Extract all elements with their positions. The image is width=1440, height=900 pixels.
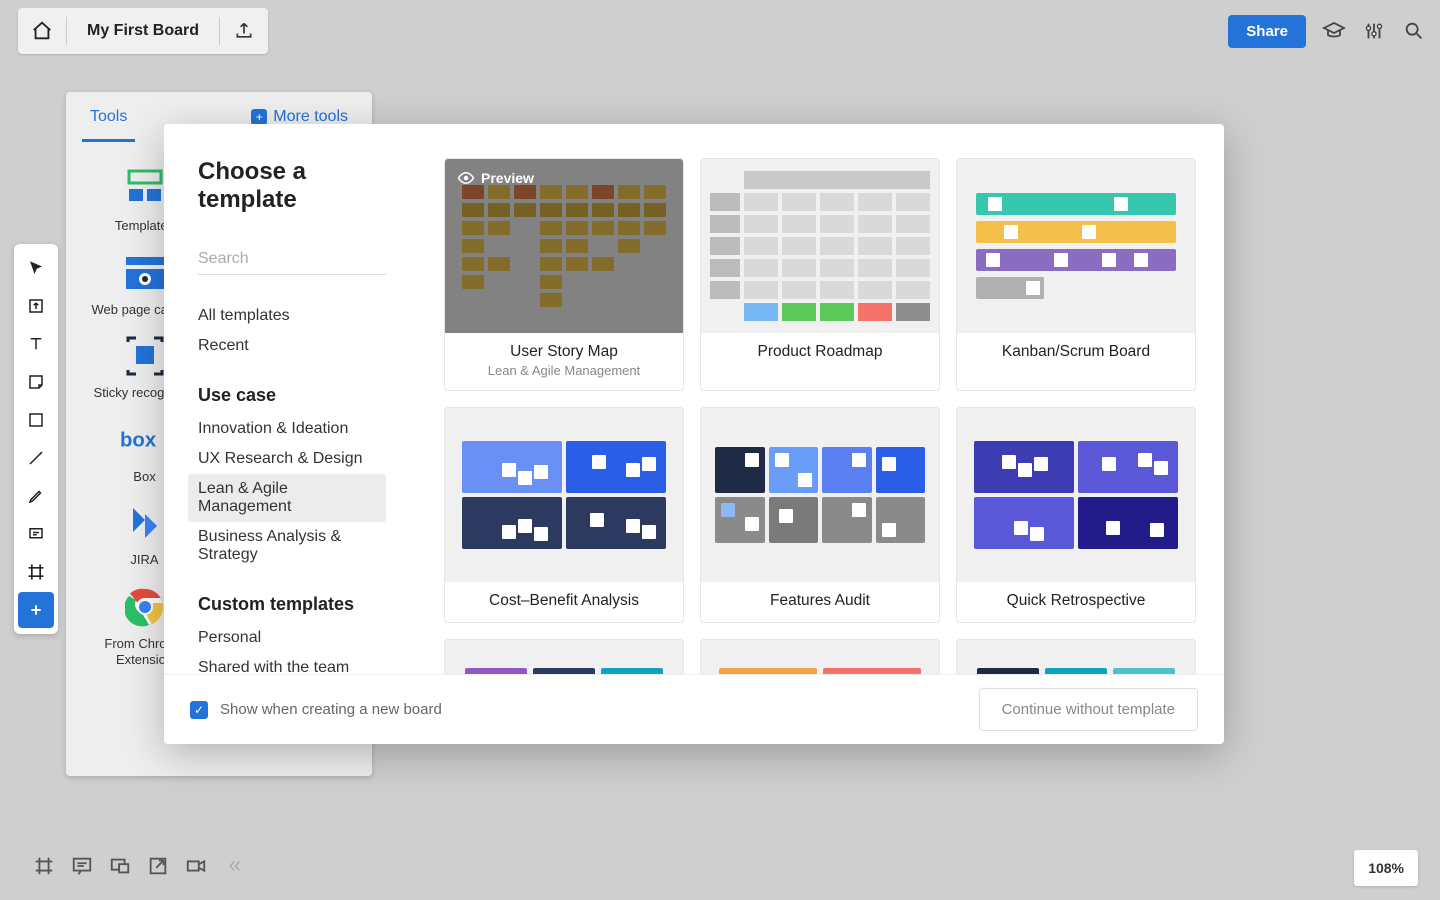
zoom-level[interactable]: 108% xyxy=(1354,850,1418,886)
sticky-note-tool-icon[interactable] xyxy=(18,364,54,400)
comment-tool-icon[interactable] xyxy=(18,516,54,552)
template-title: User Story Map xyxy=(453,343,675,361)
template-title: Quick Retrospective xyxy=(965,592,1187,610)
template-user-story-map[interactable]: Preview User Story Map xyxy=(444,158,684,391)
screenshare-icon[interactable] xyxy=(108,854,132,878)
pen-tool-icon[interactable] xyxy=(18,478,54,514)
video-icon[interactable] xyxy=(184,854,208,878)
cat-personal[interactable]: Personal xyxy=(198,623,386,653)
upload-tool-icon[interactable] xyxy=(18,288,54,324)
template-product-roadmap[interactable]: Product Roadmap xyxy=(700,158,940,391)
templates-icon xyxy=(120,166,170,212)
svg-text:box: box xyxy=(120,429,157,451)
cat-recent[interactable]: Recent xyxy=(198,331,386,361)
checkbox-label: Show when creating a new board xyxy=(220,701,442,718)
external-link-icon[interactable] xyxy=(146,854,170,878)
top-right-bar: Share xyxy=(1228,8,1426,54)
graduation-icon[interactable] xyxy=(1322,19,1346,43)
cat-heading-custom: Custom templates xyxy=(198,594,386,615)
cat-heading-use-case: Use case xyxy=(198,385,386,406)
template-features-audit[interactable]: Features Audit xyxy=(700,407,940,623)
checkbox-checked-icon: ✓ xyxy=(190,701,208,719)
chat-icon[interactable] xyxy=(70,854,94,878)
frame-tool-icon[interactable] xyxy=(18,554,54,590)
rectangle-tool-icon[interactable] xyxy=(18,402,54,438)
bottom-toolbar xyxy=(20,846,258,886)
cat-ux[interactable]: UX Research & Design xyxy=(188,444,386,474)
continue-without-template-button[interactable]: Continue without template xyxy=(979,688,1198,731)
template-card[interactable] xyxy=(956,639,1196,674)
sticky-recognition-icon xyxy=(120,333,170,379)
share-button[interactable]: Share xyxy=(1228,15,1306,48)
left-toolbar xyxy=(14,244,58,634)
jira-icon xyxy=(120,500,170,546)
modal-main: Preview User Story Map xyxy=(420,124,1224,674)
text-tool-icon[interactable] xyxy=(18,326,54,362)
cat-all-templates[interactable]: All templates xyxy=(198,301,386,331)
tab-tools[interactable]: Tools xyxy=(90,92,127,142)
modal-sidebar: Choose a template All templates Recent U… xyxy=(164,124,420,674)
cat-lean-agile[interactable]: Lean & Agile Management xyxy=(188,474,386,522)
cat-business[interactable]: Business Analysis & Strategy xyxy=(188,522,386,570)
modal-footer: ✓ Show when creating a new board Continu… xyxy=(164,674,1224,744)
chrome-icon xyxy=(120,584,170,630)
settings-sliders-icon[interactable] xyxy=(1362,19,1386,43)
web-capture-icon xyxy=(120,250,170,296)
template-kanban-scrum[interactable]: Kanban/Scrum Board xyxy=(956,158,1196,391)
plus-icon: + xyxy=(251,109,267,125)
chevron-left-icon[interactable] xyxy=(222,854,246,878)
template-modal: Choose a template All templates Recent U… xyxy=(164,124,1224,744)
template-title: Product Roadmap xyxy=(709,343,931,361)
template-card[interactable] xyxy=(700,639,940,674)
tool-label: JIRA xyxy=(130,552,158,568)
preview-badge: Preview xyxy=(457,169,534,187)
eye-icon xyxy=(457,169,475,187)
frame-icon[interactable] xyxy=(32,854,56,878)
modal-title: Choose a template xyxy=(198,158,386,214)
cursor-tool-icon[interactable] xyxy=(18,250,54,286)
template-title: Kanban/Scrum Board xyxy=(965,343,1187,361)
home-icon[interactable] xyxy=(18,8,66,54)
tool-label: Box xyxy=(133,469,155,485)
export-icon[interactable] xyxy=(220,8,268,54)
cat-shared[interactable]: Shared with the team xyxy=(198,653,386,674)
template-cost-benefit[interactable]: Cost–Benefit Analysis xyxy=(444,407,684,623)
show-when-creating-checkbox[interactable]: ✓ Show when creating a new board xyxy=(190,701,442,719)
template-title: Features Audit xyxy=(709,592,931,610)
template-title: Cost–Benefit Analysis xyxy=(453,592,675,610)
template-card[interactable] xyxy=(444,639,684,674)
search-input[interactable] xyxy=(198,244,386,275)
board-title[interactable]: My First Board xyxy=(67,22,219,40)
top-left-bar: My First Board xyxy=(18,8,268,54)
cat-innovation[interactable]: Innovation & Ideation xyxy=(188,414,386,444)
line-tool-icon[interactable] xyxy=(18,440,54,476)
box-icon: box xyxy=(120,417,170,463)
template-subtitle: Lean & Agile Management xyxy=(453,363,675,378)
search-icon[interactable] xyxy=(1402,19,1426,43)
add-tool-icon[interactable] xyxy=(18,592,54,628)
template-quick-retro[interactable]: Quick Retrospective xyxy=(956,407,1196,623)
